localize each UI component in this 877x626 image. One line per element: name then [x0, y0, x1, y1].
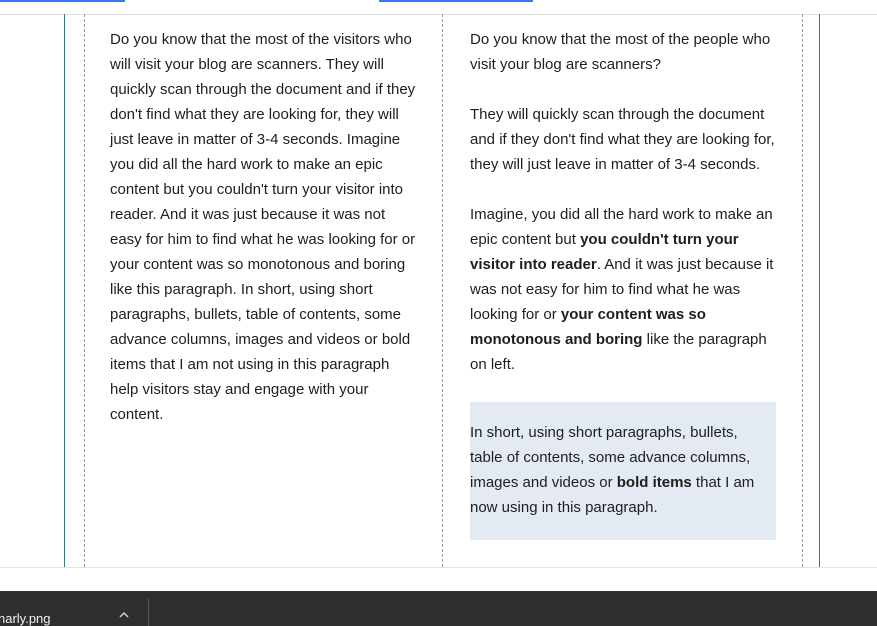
right-paragraph-3[interactable]: Imagine, you did all the hard work to ma… — [470, 202, 776, 377]
tab-indicator-middle — [379, 0, 533, 2]
column-guide — [442, 14, 443, 567]
download-bar: narly.png — [0, 591, 877, 626]
top-toolbar — [0, 0, 877, 15]
bold-text: bold items — [616, 474, 692, 491]
column-guide — [802, 14, 803, 567]
left-paragraph[interactable]: Do you know that the most of the visitor… — [110, 27, 420, 427]
editor-bottom-divider — [0, 567, 877, 568]
right-paragraph-1[interactable]: Do you know that the most of the people … — [470, 27, 776, 77]
chevron-up-icon[interactable] — [118, 609, 132, 623]
left-column[interactable]: Do you know that the most of the visitor… — [110, 27, 420, 427]
highlighted-paragraph[interactable]: In short, using short paragraphs, bullet… — [470, 402, 776, 540]
tab-indicator-left — [0, 0, 125, 2]
column-guide — [84, 14, 85, 567]
right-column[interactable]: Do you know that the most of the people … — [470, 27, 776, 565]
download-separator — [148, 598, 149, 626]
right-paragraph-2[interactable]: They will quickly scan through the docum… — [470, 102, 776, 177]
download-filename[interactable]: narly.png — [0, 611, 51, 626]
